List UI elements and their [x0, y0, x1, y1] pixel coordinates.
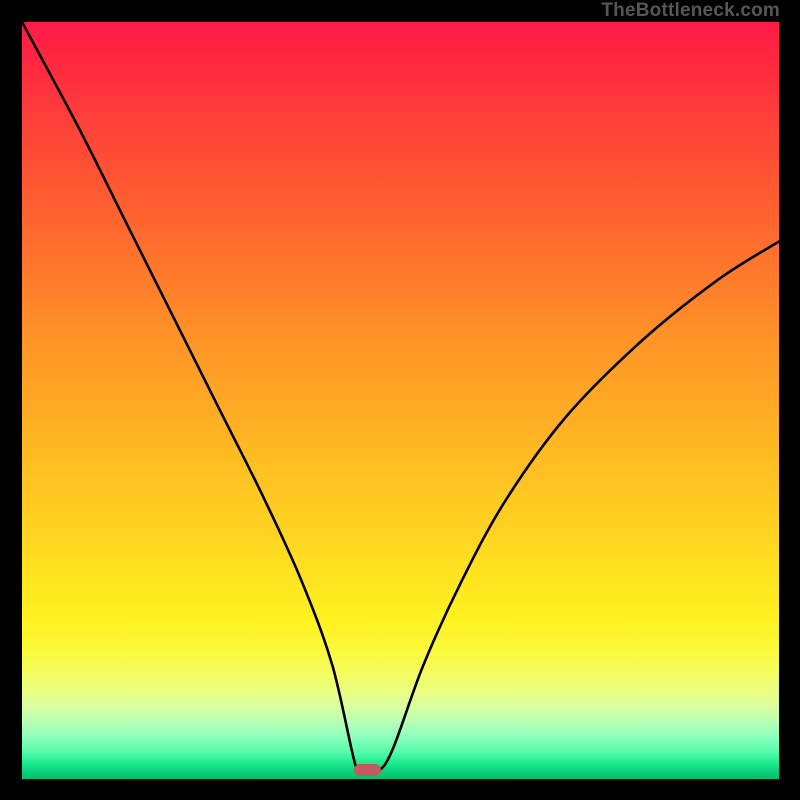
- optimal-marker: [354, 764, 381, 776]
- chart-frame: TheBottleneck.com: [0, 0, 800, 800]
- bottleneck-curve: [22, 22, 779, 779]
- watermark-text: TheBottleneck.com: [601, 0, 780, 22]
- plot-area: [22, 22, 779, 779]
